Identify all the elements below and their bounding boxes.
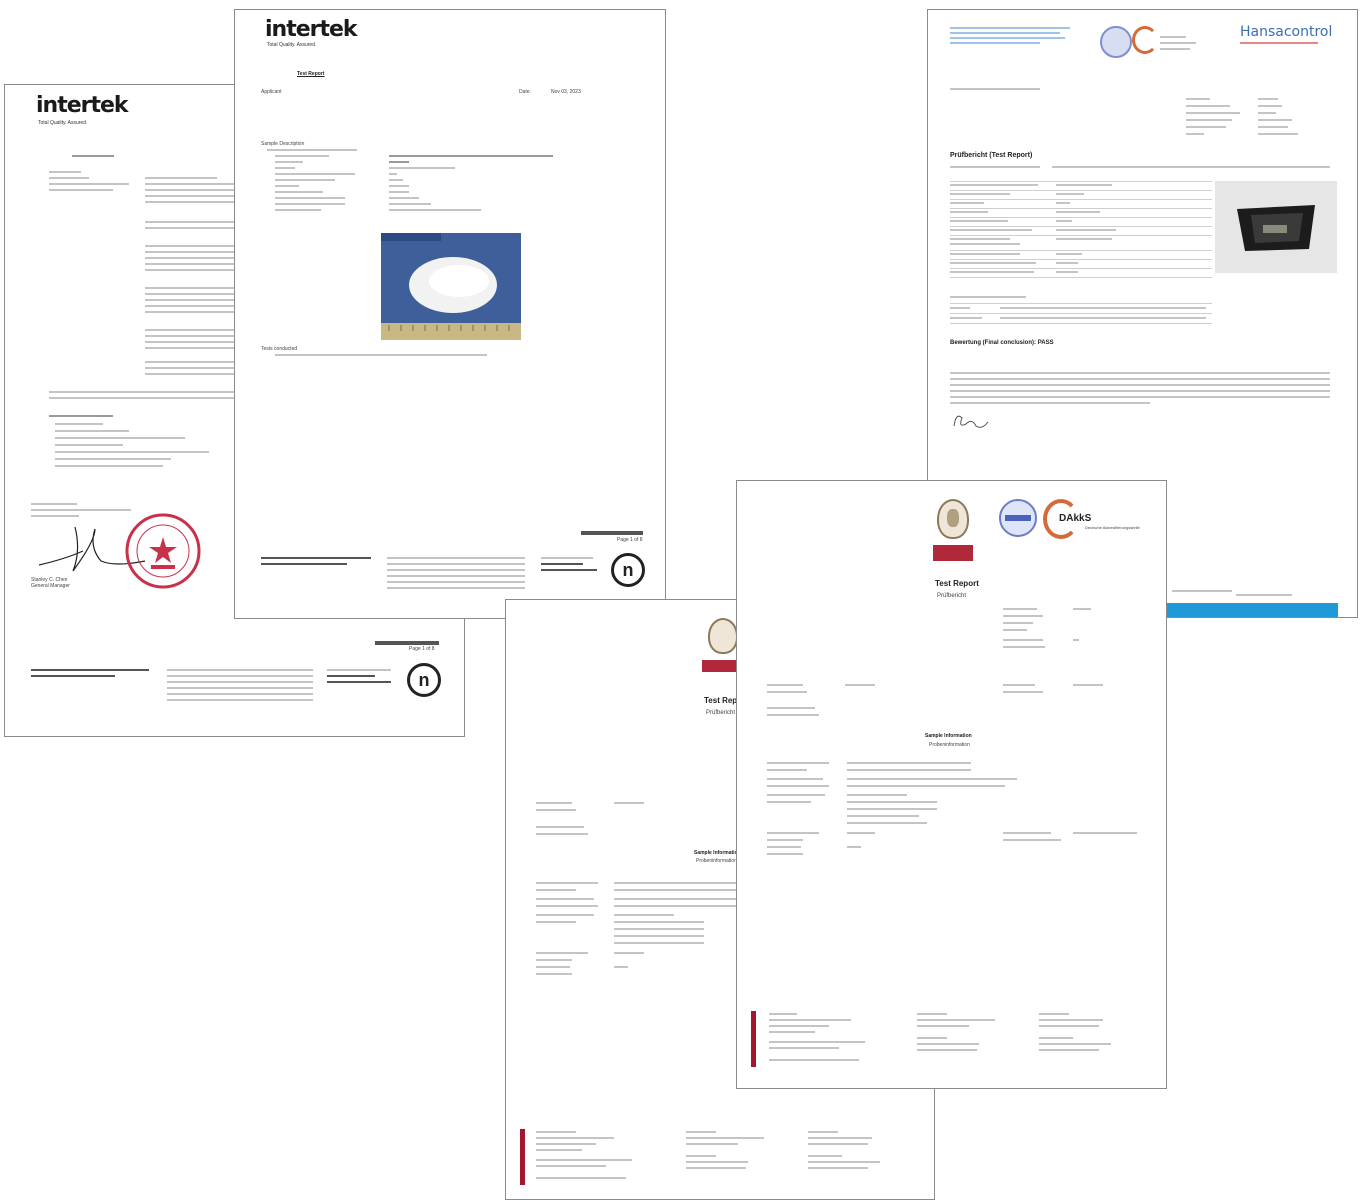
- footer-blue-strip: [1167, 603, 1338, 617]
- dakks-logo: [1132, 26, 1158, 54]
- sample-description-label: Sample Description: [261, 141, 305, 147]
- final-conclusion-label: Bewertung (Final conclusion):: [950, 340, 1037, 346]
- hansacontrol-logo: Hansacontrol: [1240, 24, 1333, 40]
- date-value: Nov 03, 2023: [551, 89, 581, 95]
- report-title: Test Report: [297, 71, 325, 77]
- page-number: Page 1 of 8: [409, 646, 435, 652]
- intertek-in-icon: n: [611, 553, 645, 587]
- dakks-label: DAkkS: [1059, 513, 1092, 524]
- signer-title: General Manager: [31, 583, 70, 589]
- dakks-subtitle: Deutsche Akkreditierungsstelle: [1085, 525, 1140, 530]
- report-title: Test Report: [935, 579, 979, 588]
- report-title: Prüfbericht (Test Report): [950, 152, 1033, 159]
- page-number: Page 1 of 8: [617, 537, 643, 543]
- ilac-logo: [1100, 26, 1132, 58]
- tests-conducted-label: Tests conducted: [261, 346, 298, 352]
- applicant-label: Applicant: [261, 89, 282, 95]
- ilac-logo: [999, 499, 1037, 537]
- company-seal: [125, 513, 201, 589]
- intertek-logo: intertek: [36, 93, 129, 118]
- signature: [953, 415, 989, 428]
- final-conclusion-value: PASS: [1037, 340, 1054, 346]
- report-subtitle: Prüfbericht: [706, 710, 736, 716]
- sample-info-title: Sample Information: [694, 850, 741, 856]
- intertek-logo: intertek: [265, 17, 358, 42]
- product-photo: [1215, 181, 1337, 273]
- bureau-veritas-report-page-1: DAkkS Deutsche Akkreditierungsstelle Tes…: [736, 480, 1167, 1089]
- intertek-tagline: Total Quality. Assured.: [267, 42, 317, 48]
- bureau-veritas-seal: [937, 499, 969, 539]
- sample-info-subtitle: Probeninformation: [929, 742, 970, 748]
- intertek-tagline: Total Quality. Assured.: [38, 120, 88, 126]
- sample-info-subtitle: Probeninformation: [696, 858, 737, 864]
- date-label: Date:: [519, 89, 531, 95]
- sample-info-title: Sample Information: [925, 733, 972, 739]
- bureau-veritas-seal: [708, 618, 738, 654]
- intertek-in-icon: n: [407, 663, 441, 697]
- sample-photo: [381, 233, 521, 340]
- report-subtitle: Prüfbericht: [937, 593, 967, 599]
- intertek-test-report-page: intertek Total Quality. Assured. Test Re…: [234, 9, 666, 619]
